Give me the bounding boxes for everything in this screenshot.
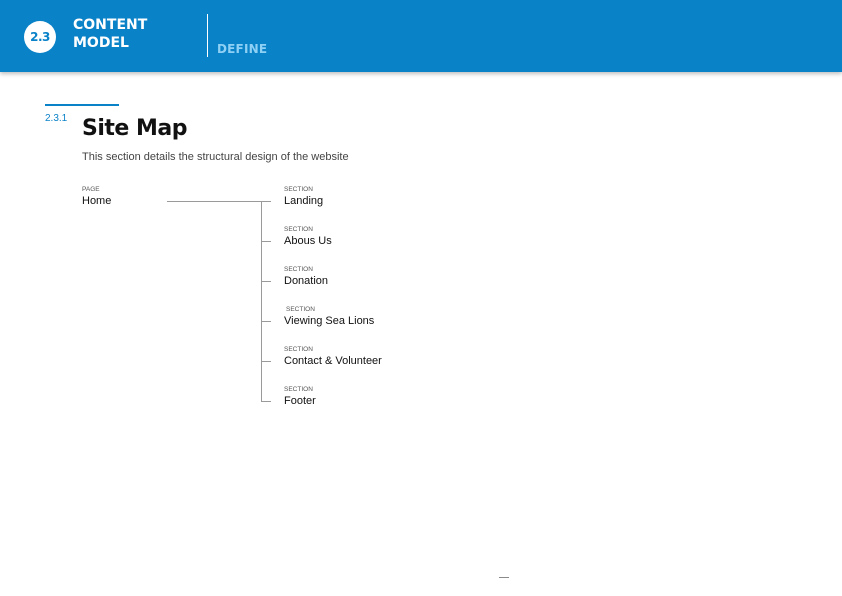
- stage-label: DEFINE: [217, 42, 268, 56]
- node-label: Landing: [284, 195, 324, 207]
- branch-connector-line: [261, 321, 271, 322]
- node-type-label: SECTION: [284, 386, 313, 393]
- section-number-badge: 2.3: [24, 21, 56, 53]
- node-type-label: SECTION: [284, 226, 313, 233]
- branch-connector-line: [261, 281, 271, 282]
- branch-connector-line: [261, 401, 271, 402]
- node-label: Footer: [284, 395, 316, 407]
- subsection-number: 2.3.1: [45, 113, 68, 124]
- section-title: CONTENT MODEL: [73, 16, 147, 52]
- node-type-label: SECTION: [284, 186, 313, 193]
- section-title-line1: CONTENT: [73, 17, 148, 33]
- section-title-line2: MODEL: [73, 35, 129, 51]
- node-label: Viewing Sea Lions: [284, 315, 375, 327]
- subsection-rule: [45, 104, 119, 106]
- sitemap-section-node: SECTION Donation: [284, 266, 328, 288]
- page-title: Site Map: [82, 116, 187, 141]
- branch-connector-line: [261, 241, 271, 242]
- node-label: Home: [82, 195, 112, 207]
- node-label: Donation: [284, 275, 329, 287]
- branch-connector-line: [261, 361, 271, 362]
- node-label: Abous Us: [284, 235, 332, 247]
- sitemap-section-node: SECTION Footer: [284, 386, 316, 408]
- node-type-label: SECTION: [284, 346, 313, 353]
- header-divider: [207, 14, 208, 57]
- root-connector-line: [167, 201, 271, 202]
- sitemap-section-node: SECTION Abous Us: [284, 226, 332, 248]
- sitemap-section-node: SECTION Landing: [284, 186, 323, 208]
- sitemap-section-node: SECTION Viewing Sea Lions: [284, 306, 374, 328]
- sitemap-section-node: SECTION Contact & Volunteer: [284, 346, 382, 368]
- sitemap-root-node: PAGE Home: [82, 186, 111, 208]
- page-description: This section details the structural desi…: [82, 151, 349, 163]
- page-footer-mark: [499, 577, 509, 578]
- node-type-label: SECTION: [284, 266, 313, 273]
- node-type-label: SECTION: [286, 306, 315, 313]
- section-header: 2.3 CONTENT MODEL DEFINE: [0, 0, 842, 72]
- node-type-label: PAGE: [82, 186, 100, 193]
- node-label: Contact & Volunteer: [284, 355, 382, 367]
- tree-trunk-line: [261, 201, 262, 402]
